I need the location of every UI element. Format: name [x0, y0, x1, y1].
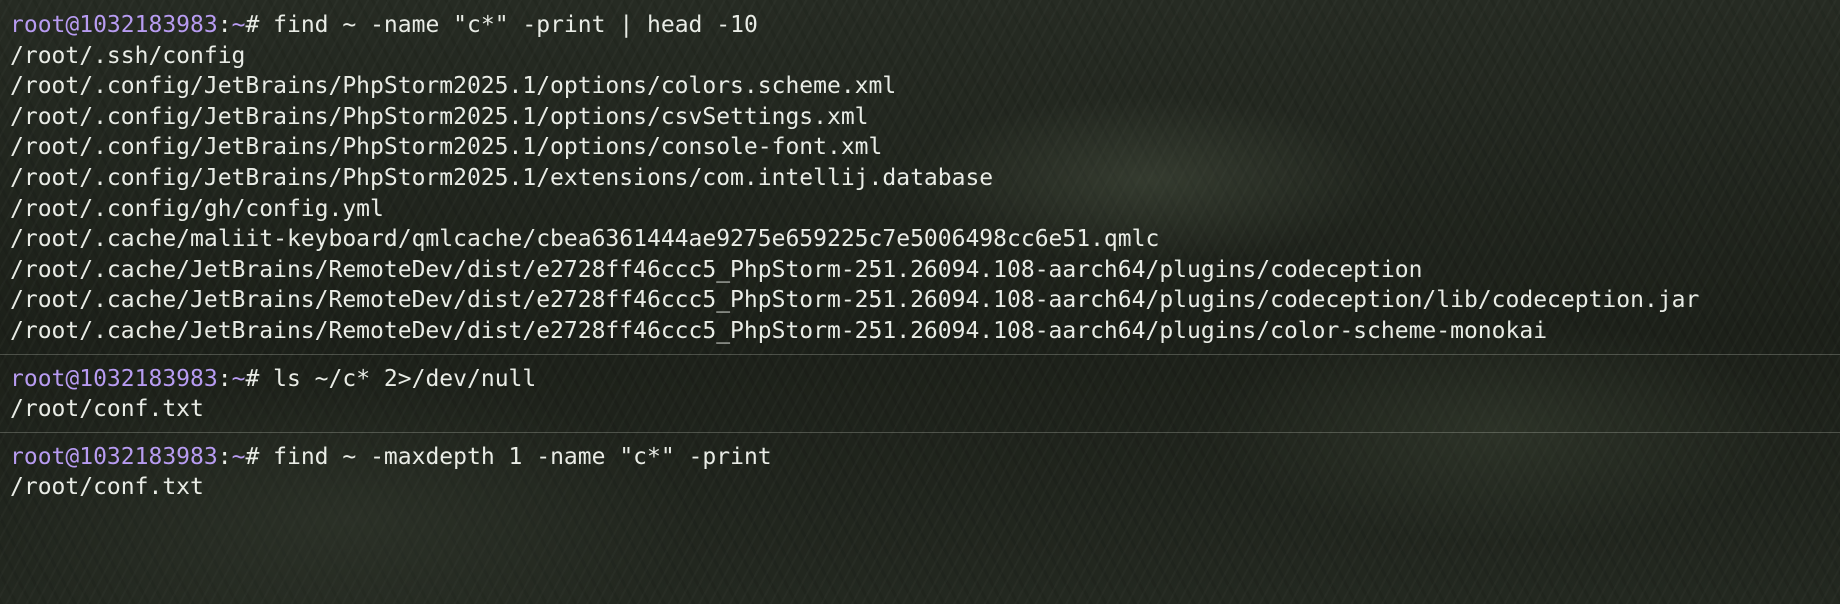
prompt-path: ~ [231, 443, 246, 470]
prompt-line: root@1032183983:~# find ~ -maxdepth 1 -n… [10, 442, 1840, 473]
prompt-colon: : [217, 443, 232, 470]
prompt-symbol: # [245, 443, 274, 470]
block-divider [0, 353, 1840, 355]
command-block: root@1032183983:~# find ~ -name "c*" -pr… [10, 10, 1840, 347]
prompt-symbol: # [245, 12, 274, 38]
output-line: /root/.config/JetBrains/PhpStorm2025.1/o… [10, 103, 869, 130]
prompt-line: root@1032183983:~# ls ~/c* 2>/dev/null [10, 364, 1840, 395]
command-block: root@1032183983:~# ls ~/c* 2>/dev/null /… [10, 364, 1840, 425]
output-line: /root/conf.txt [10, 474, 204, 501]
prompt-path: ~ [231, 365, 246, 392]
output-line: /root/.ssh/config [10, 42, 246, 69]
output-line: /root/.config/JetBrains/PhpStorm2025.1/o… [10, 134, 883, 161]
prompt-path: ~ [231, 12, 246, 38]
output-line: /root/conf.txt [10, 396, 204, 423]
command-text: ls ~/c* 2>/dev/null [273, 365, 537, 392]
prompt-line: root@1032183983:~# find ~ -name "c*" -pr… [10, 10, 1840, 41]
output-line: /root/.config/gh/config.yml [10, 195, 384, 222]
prompt-user-host: root@1032183983 [10, 365, 218, 392]
output-line: /root/.config/JetBrains/PhpStorm2025.1/e… [10, 164, 994, 191]
prompt-symbol: # [245, 365, 274, 392]
block-divider [0, 431, 1840, 433]
command-text: find ~ -name "c*" -print | head -10 [273, 12, 758, 38]
prompt-user-host: root@1032183983 [10, 443, 218, 470]
terminal-output[interactable]: root@1032183983:~# find ~ -name "c*" -pr… [0, 10, 1840, 503]
output-line: /root/.cache/JetBrains/RemoteDev/dist/e2… [10, 317, 1548, 344]
output-line: /root/.cache/maliit-keyboard/qmlcache/cb… [10, 226, 1160, 253]
prompt-colon: : [217, 12, 232, 38]
output-line: /root/.cache/JetBrains/RemoteDev/dist/e2… [10, 287, 1700, 314]
output-line: /root/.cache/JetBrains/RemoteDev/dist/e2… [10, 256, 1423, 283]
output-line: /root/.config/JetBrains/PhpStorm2025.1/o… [10, 73, 897, 100]
prompt-colon: : [217, 365, 232, 392]
command-block: root@1032183983:~# find ~ -maxdepth 1 -n… [10, 442, 1840, 503]
command-text: find ~ -maxdepth 1 -name "c*" -print [273, 443, 772, 470]
prompt-user-host: root@1032183983 [10, 12, 218, 38]
